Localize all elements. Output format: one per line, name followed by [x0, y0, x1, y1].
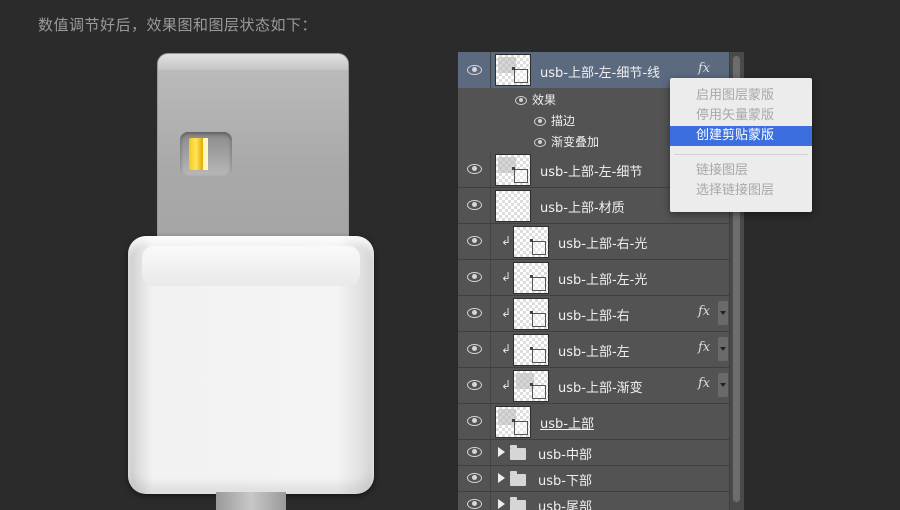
layer-group-row[interactable]: usb-下部 [458, 466, 730, 492]
fx-icon[interactable]: fx [698, 304, 710, 319]
eye-icon[interactable] [467, 164, 482, 174]
fx-expand-arrow-icon[interactable] [718, 373, 728, 397]
clipping-arrow-icon: ↲ [501, 306, 512, 320]
layer-name[interactable]: usb-上部-渐变 [558, 377, 643, 396]
layer-group-row[interactable]: usb-中部 [458, 440, 730, 466]
visibility-cell[interactable] [458, 466, 491, 491]
fx-icon[interactable]: fx [698, 376, 710, 391]
layer-thumbnail [513, 262, 549, 294]
eye-icon[interactable] [467, 344, 482, 354]
menu-item-select-linked-layers[interactable]: 选择链接图层 [670, 181, 812, 201]
effect-stroke[interactable]: 描边 [551, 112, 575, 129]
usb-plastic-body [128, 236, 374, 494]
usb-gold-contact [189, 138, 203, 170]
layer-name[interactable]: usb-上部-右 [558, 305, 630, 324]
eye-icon[interactable] [467, 308, 482, 318]
clipping-arrow-icon: ↲ [501, 234, 512, 248]
visibility-cell[interactable] [458, 404, 491, 439]
layer-row[interactable]: ↲ usb-上部-左 fx [458, 332, 730, 368]
visibility-cell[interactable] [458, 440, 491, 465]
visibility-cell[interactable] [458, 368, 491, 403]
folder-icon [510, 471, 526, 486]
eye-icon[interactable] [467, 416, 482, 426]
menu-item-enable-layer-mask[interactable]: 启用图层蒙版 [670, 86, 812, 106]
usb-cable [216, 492, 286, 510]
fx-expand-arrow-icon[interactable] [718, 337, 728, 361]
group-name[interactable]: usb-尾部 [538, 496, 592, 510]
eye-icon[interactable] [467, 200, 482, 210]
expand-triangle-icon[interactable] [498, 447, 505, 457]
clipping-arrow-icon: ↲ [501, 342, 512, 356]
fx-icon[interactable]: fx [698, 61, 710, 76]
visibility-cell[interactable] [458, 152, 491, 187]
eye-icon[interactable] [467, 447, 482, 457]
layer-name[interactable]: usb-上部 [540, 413, 594, 432]
eye-icon[interactable] [467, 272, 482, 282]
caption-text: 数值调节好后，效果图和图层状态如下： [38, 16, 318, 34]
visibility-cell[interactable] [458, 492, 491, 510]
layer-thumbnail [513, 226, 549, 258]
layer-row[interactable]: ↲ usb-上部-右-光 [458, 224, 730, 260]
layer-thumbnail [513, 298, 549, 330]
visibility-cell[interactable] [458, 260, 491, 295]
layer-name[interactable]: usb-上部-左 [558, 341, 630, 360]
layer-name[interactable]: usb-上部-左-细节-线 [540, 62, 660, 81]
menu-item-disable-vector-mask[interactable]: 停用矢量蒙版 [670, 106, 812, 126]
usb-metal-tip [158, 54, 348, 258]
menu-item-link-layers[interactable]: 链接图层 [670, 161, 812, 181]
layer-row[interactable]: ↲ usb-上部-左-光 [458, 260, 730, 296]
expand-triangle-icon[interactable] [498, 499, 505, 509]
eye-icon[interactable] [467, 65, 482, 75]
layer-row[interactable]: usb-上部 [458, 404, 730, 440]
eye-icon[interactable] [534, 138, 546, 147]
layer-thumbnail [495, 190, 531, 222]
eye-icon[interactable] [467, 499, 482, 509]
layer-name[interactable]: usb-上部-左-光 [558, 269, 647, 288]
layer-thumbnail [513, 370, 549, 402]
visibility-cell[interactable] [458, 296, 491, 331]
layer-context-menu: 启用图层蒙版 停用矢量蒙版 创建剪贴蒙版 链接图层 选择链接图层 [670, 78, 812, 212]
layer-name[interactable]: usb-上部-材质 [540, 197, 625, 216]
visibility-cell[interactable] [458, 332, 491, 367]
eye-icon[interactable] [467, 473, 482, 483]
eye-icon[interactable] [467, 380, 482, 390]
clipping-arrow-icon: ↲ [501, 378, 512, 392]
layer-thumbnail [495, 54, 531, 86]
effects-label: 效果 [532, 93, 557, 107]
menu-separator [674, 154, 808, 155]
fx-expand-arrow-icon[interactable] [718, 301, 728, 325]
layer-name[interactable]: usb-上部-右-光 [558, 233, 647, 252]
layer-thumbnail [495, 406, 531, 438]
layer-row[interactable]: ↲ usb-上部-右 fx [458, 296, 730, 332]
layer-row[interactable]: ↲ usb-上部-渐变 fx [458, 368, 730, 404]
layer-group-row[interactable]: usb-尾部 [458, 492, 730, 510]
visibility-cell[interactable] [458, 224, 491, 259]
group-name[interactable]: usb-中部 [538, 444, 592, 463]
eye-icon[interactable] [467, 236, 482, 246]
expand-triangle-icon[interactable] [498, 473, 505, 483]
layer-thumbnail [513, 334, 549, 366]
layer-thumbnail [495, 154, 531, 186]
clipping-arrow-icon: ↲ [501, 270, 512, 284]
menu-item-create-clipping-mask[interactable]: 创建剪贴蒙版 [670, 126, 812, 146]
folder-icon [510, 445, 526, 460]
fx-icon[interactable]: fx [698, 340, 710, 355]
effect-gradient-overlay[interactable]: 渐变叠加 [551, 133, 599, 150]
usb-contact-highlight [203, 138, 208, 170]
folder-icon [510, 497, 526, 510]
usb-illustration [120, 50, 390, 510]
layer-name[interactable]: usb-上部-左-细节 [540, 161, 642, 180]
visibility-cell[interactable] [458, 52, 491, 88]
eye-icon[interactable] [515, 96, 527, 105]
visibility-cell[interactable] [458, 188, 491, 223]
group-name[interactable]: usb-下部 [538, 470, 592, 489]
usb-slot [180, 132, 232, 176]
eye-icon[interactable] [534, 117, 546, 126]
